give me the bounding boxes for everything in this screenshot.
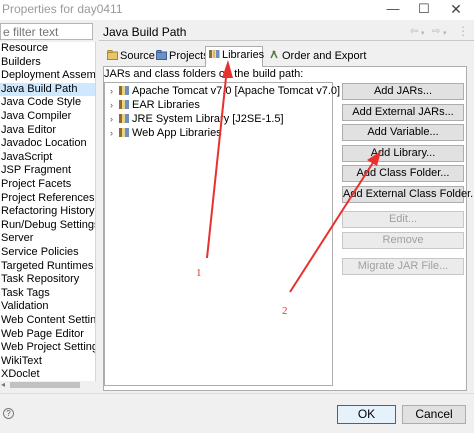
add-variable-button[interactable]: Add Variable... (342, 124, 464, 141)
nav-item[interactable]: Project References (0, 192, 95, 206)
nav-horizontal-scrollbar[interactable]: ◂ (0, 381, 96, 389)
jars-label: JARs and class folders on the build path… (104, 68, 304, 80)
edit-button[interactable]: Edit... (342, 211, 464, 228)
tab-projects[interactable]: Projects (153, 48, 209, 66)
cancel-button[interactable]: Cancel (402, 405, 466, 424)
tree-item-web-app-libraries[interactable]: › Web App Libraries (110, 126, 222, 140)
tab-source[interactable]: Source (104, 48, 155, 66)
library-icon (119, 114, 129, 123)
forward-arrow-icon[interactable]: ⇨ (432, 26, 440, 37)
tab-libraries[interactable]: Libraries (205, 46, 265, 67)
tree-item-jre-system[interactable]: › JRE System Library [J2SE-1.5] (110, 112, 284, 126)
nav-item[interactable]: Targeted Runtimes (0, 260, 95, 274)
nav-item[interactable]: Web Content Settin (0, 314, 95, 328)
add-external-class-folder-button[interactable]: Add External Class Folder... (342, 186, 474, 203)
nav-item[interactable]: Service Policies (0, 246, 95, 260)
expand-icon[interactable]: › (110, 84, 119, 98)
tree-item-label: Web App Libraries (132, 127, 222, 139)
tab-order-export[interactable]: Order and Export (266, 48, 366, 66)
expand-icon[interactable]: › (110, 98, 119, 112)
ok-button[interactable]: OK (337, 405, 396, 424)
nav-item[interactable]: Builders (0, 56, 95, 70)
nav-item[interactable]: Javadoc Location (0, 137, 95, 151)
nav-item[interactable]: Java Editor (0, 124, 95, 138)
nav-item[interactable]: Project Facets (0, 178, 95, 192)
nav-item[interactable]: Task Repository (0, 273, 95, 287)
nav-item[interactable]: Web Page Editor (0, 328, 95, 342)
add-jars-button[interactable]: Add JARs... (342, 83, 464, 100)
library-icon (119, 86, 129, 95)
expand-icon[interactable]: › (110, 112, 119, 126)
view-menu-icon[interactable]: ⋮ (457, 24, 469, 38)
tree-item-label: EAR Libraries (132, 99, 200, 111)
tree-item-label: Apache Tomcat v7.0 [Apache Tomcat v7.0] (132, 85, 341, 97)
add-class-folder-button[interactable]: Add Class Folder... (342, 165, 464, 182)
scroll-thumb[interactable] (10, 382, 80, 388)
title-bar: Properties for day0411 — ☐ ✕ (0, 0, 474, 20)
forward-dropdown-icon[interactable]: ▾ (443, 29, 447, 37)
expand-icon[interactable]: › (110, 126, 119, 140)
nav-item[interactable]: Java Code Style (0, 96, 95, 110)
close-button[interactable]: ✕ (441, 0, 471, 20)
migrate-jar-button[interactable]: Migrate JAR File... (342, 258, 464, 275)
properties-nav-tree: Resource Builders Deployment Assem Java Bui… (0, 42, 96, 388)
back-arrow-icon[interactable]: ⇦ (410, 26, 418, 37)
source-folder-icon (107, 49, 118, 60)
nav-item[interactable]: Validation (0, 300, 95, 314)
tree-item-label: JRE System Library [J2SE-1.5] (132, 113, 284, 125)
tab-label: Libraries (222, 49, 265, 61)
nav-item[interactable]: WikiText (0, 355, 95, 369)
header-divider (99, 40, 474, 41)
nav-item[interactable]: Task Tags (0, 287, 95, 301)
window-title: Properties for day0411 (2, 2, 123, 16)
minimize-button[interactable]: — (378, 0, 408, 20)
page-title: Java Build Path (103, 25, 187, 39)
add-library-button[interactable]: Add Library... (342, 145, 464, 162)
nav-item[interactable]: JSP Fragment (0, 164, 95, 178)
nav-item[interactable]: Java Build Path (0, 82, 95, 97)
tree-item-tomcat[interactable]: › Apache Tomcat v7.0 [Apache Tomcat v7.0] (110, 84, 340, 98)
filter-input[interactable] (0, 23, 93, 40)
build-path-tree[interactable]: › Apache Tomcat v7.0 [Apache Tomcat v7.0]… (104, 82, 340, 386)
nav-item[interactable]: Run/Debug Settings (0, 219, 95, 233)
library-icon (119, 100, 129, 109)
tab-label: Source (120, 50, 155, 62)
tab-label: Order and Export (282, 50, 367, 62)
back-dropdown-icon[interactable]: ▾ (421, 29, 425, 37)
maximize-button[interactable]: ☐ (409, 0, 439, 20)
nav-item[interactable]: Web Project Setting (0, 341, 95, 355)
add-external-jars-button[interactable]: Add External JARs... (342, 104, 464, 121)
tab-label: Projects (169, 50, 209, 62)
nav-item[interactable]: Refactoring History (0, 205, 95, 219)
nav-item[interactable]: Resource (0, 42, 95, 56)
projects-icon (156, 49, 167, 60)
nav-item[interactable]: JavaScript (0, 151, 95, 165)
footer-divider (0, 393, 474, 394)
nav-item[interactable]: Deployment Assem (0, 69, 95, 83)
tree-item-ear-libraries[interactable]: › EAR Libraries (110, 98, 200, 112)
nav-item[interactable]: Server (0, 232, 95, 246)
libraries-icon (209, 48, 220, 58)
nav-item[interactable]: XDoclet (0, 368, 95, 382)
order-export-icon (269, 49, 280, 59)
remove-button[interactable]: Remove (342, 232, 464, 249)
library-icon (119, 128, 129, 137)
scroll-left-icon[interactable]: ◂ (1, 381, 5, 389)
help-icon[interactable]: ? (3, 408, 14, 419)
nav-item[interactable]: Java Compiler (0, 110, 95, 124)
